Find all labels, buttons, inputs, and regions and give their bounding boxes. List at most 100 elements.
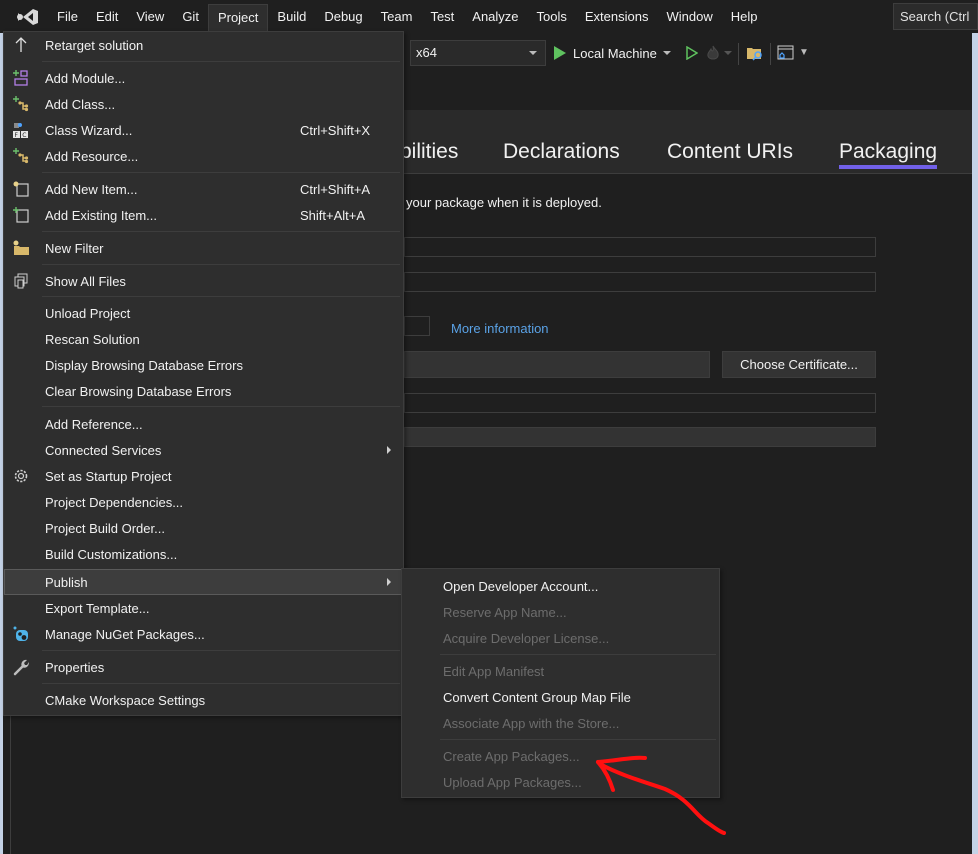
project-menu: Retarget solution Add Module... Add Clas… xyxy=(3,31,404,716)
menu-item-label: Display Browsing Database Errors xyxy=(45,357,243,373)
menu-test[interactable]: Test xyxy=(421,2,463,31)
menu-item-label: Connected Services xyxy=(45,442,162,458)
menu-git[interactable]: Git xyxy=(173,2,208,31)
window-right-edge xyxy=(972,0,978,854)
chevron-down-icon xyxy=(529,51,537,55)
menu-item-label: Upload App Packages... xyxy=(443,774,582,790)
menu-item-shortcut: Shift+Alt+A xyxy=(300,207,366,223)
menu-debug[interactable]: Debug xyxy=(315,2,371,31)
chevron-down-icon xyxy=(724,51,732,55)
package-name-field[interactable] xyxy=(404,237,876,257)
window-layout-button[interactable]: ▼ xyxy=(777,42,809,64)
menu-item-properties[interactable]: Properties xyxy=(4,654,403,680)
run-target-label: Local Machine xyxy=(573,45,657,61)
publisher-field[interactable] xyxy=(404,351,710,378)
new-filter-icon xyxy=(12,239,30,257)
show-all-files-icon xyxy=(12,272,30,290)
solution-explorer-search-button[interactable] xyxy=(746,42,764,64)
submenu-item-create-app-packages: Create App Packages... xyxy=(402,743,719,769)
overflow-icon[interactable]: ▼ xyxy=(799,48,809,58)
menu-item-add-reference[interactable]: Add Reference... xyxy=(4,411,403,437)
submenu-arrow-icon xyxy=(387,578,391,586)
menu-item-cmake-workspace-settings[interactable]: CMake Workspace Settings xyxy=(4,687,403,713)
menu-bar: File Edit View Git Project Build Debug T… xyxy=(0,0,978,33)
choose-certificate-button[interactable]: Choose Certificate... xyxy=(722,351,876,378)
menu-item-label: Associate App with the Store... xyxy=(443,715,620,731)
flame-icon xyxy=(707,45,719,60)
menu-team[interactable]: Team xyxy=(372,2,422,31)
menu-item-unload-project[interactable]: Unload Project xyxy=(4,300,403,326)
menu-item-class-wizard[interactable]: FC Class Wizard... Ctrl+Shift+X xyxy=(4,117,403,143)
play-icon xyxy=(554,46,566,60)
menu-item-add-new-item[interactable]: Add New Item... Ctrl+Shift+A xyxy=(4,176,403,202)
toolbar-separator xyxy=(738,43,739,65)
menu-item-shortcut: Ctrl+Shift+A xyxy=(300,181,371,197)
platform-dropdown[interactable]: x64 xyxy=(410,40,546,66)
menu-separator xyxy=(42,61,400,62)
menu-item-export-template[interactable]: Export Template... xyxy=(4,595,403,621)
menu-item-label: Export Template... xyxy=(45,600,150,616)
start-debugging-button[interactable]: Local Machine xyxy=(554,42,671,64)
menu-analyze[interactable]: Analyze xyxy=(463,2,527,31)
tab-content-uris[interactable]: Content URIs xyxy=(667,140,793,164)
version-field[interactable] xyxy=(404,316,430,336)
search-input[interactable]: Search (Ctrl xyxy=(893,3,978,30)
nuget-icon xyxy=(12,625,30,643)
menu-item-add-module[interactable]: Add Module... xyxy=(4,65,403,91)
menu-item-shortcut: Ctrl+Shift+X xyxy=(300,122,371,138)
menu-build[interactable]: Build xyxy=(268,2,315,31)
arrow-up-icon xyxy=(12,36,30,54)
menu-item-connected-services[interactable]: Connected Services xyxy=(4,437,403,463)
start-without-debugging-button[interactable] xyxy=(686,42,698,64)
submenu-item-acquire-developer-license: Acquire Developer License... xyxy=(402,625,719,651)
menu-item-label: New Filter xyxy=(45,240,104,256)
visual-studio-logo-icon[interactable] xyxy=(14,7,42,27)
menu-item-set-as-startup-project[interactable]: Set as Startup Project xyxy=(4,463,403,489)
menu-item-display-browsing-database-errors[interactable]: Display Browsing Database Errors xyxy=(4,352,403,378)
menu-item-manage-nuget-packages[interactable]: Manage NuGet Packages... xyxy=(4,621,403,647)
tab-packaging[interactable]: Packaging xyxy=(839,140,938,169)
menu-separator xyxy=(42,264,400,265)
menu-help[interactable]: Help xyxy=(722,2,767,31)
menu-file[interactable]: File xyxy=(48,2,87,31)
folder-search-icon xyxy=(747,48,762,61)
menu-view[interactable]: View xyxy=(127,2,173,31)
menu-item-project-build-order[interactable]: Project Build Order... xyxy=(4,515,403,541)
tab-declarations[interactable]: Declarations xyxy=(503,140,620,164)
menu-item-clear-browsing-database-errors[interactable]: Clear Browsing Database Errors xyxy=(4,378,403,404)
packaging-description: your package when it is deployed. xyxy=(406,195,602,210)
menu-item-label: Acquire Developer License... xyxy=(443,630,610,646)
chevron-down-icon xyxy=(662,51,671,55)
menu-project[interactable]: Project xyxy=(207,4,269,33)
menu-window[interactable]: Window xyxy=(657,2,721,31)
tab-capabilities[interactable]: bilities xyxy=(400,140,458,164)
menu-edit[interactable]: Edit xyxy=(87,2,127,31)
play-outline-icon xyxy=(686,46,698,60)
class-wizard-icon: FC xyxy=(12,121,30,139)
menu-item-add-resource[interactable]: Add Resource... xyxy=(4,143,403,169)
menu-item-label: Open Developer Account... xyxy=(443,578,599,594)
menu-separator xyxy=(42,172,400,173)
menu-item-add-existing-item[interactable]: Add Existing Item... Shift+Alt+A xyxy=(4,202,403,228)
submenu-item-convert-content-group-map-file[interactable]: Convert Content Group Map File xyxy=(402,684,719,710)
more-information-link[interactable]: More information xyxy=(451,321,549,336)
menu-item-add-class[interactable]: Add Class... xyxy=(4,91,403,117)
submenu-item-upload-app-packages: Upload App Packages... xyxy=(402,769,719,795)
submenu-item-open-developer-account[interactable]: Open Developer Account... xyxy=(402,573,719,599)
menu-item-label: Clear Browsing Database Errors xyxy=(45,383,232,399)
submenu-arrow-icon xyxy=(387,446,391,454)
menu-item-publish[interactable]: Publish xyxy=(4,569,403,595)
menu-item-project-dependencies[interactable]: Project Dependencies... xyxy=(4,489,403,515)
menu-item-build-customizations[interactable]: Build Customizations... xyxy=(4,541,403,567)
menu-separator xyxy=(42,406,400,407)
menu-item-new-filter[interactable]: New Filter xyxy=(4,235,403,261)
hot-reload-button[interactable] xyxy=(706,42,732,64)
menu-item-retarget-solution[interactable]: Retarget solution xyxy=(4,32,403,58)
menu-item-show-all-files[interactable]: Show All Files xyxy=(4,268,403,294)
menu-tools[interactable]: Tools xyxy=(528,2,576,31)
submenu-item-reserve-app-name: Reserve App Name... xyxy=(402,599,719,625)
publisher-display-name-field[interactable] xyxy=(404,393,876,413)
menu-item-rescan-solution[interactable]: Rescan Solution xyxy=(4,326,403,352)
menu-extensions[interactable]: Extensions xyxy=(576,2,658,31)
package-display-name-field[interactable] xyxy=(404,272,876,292)
